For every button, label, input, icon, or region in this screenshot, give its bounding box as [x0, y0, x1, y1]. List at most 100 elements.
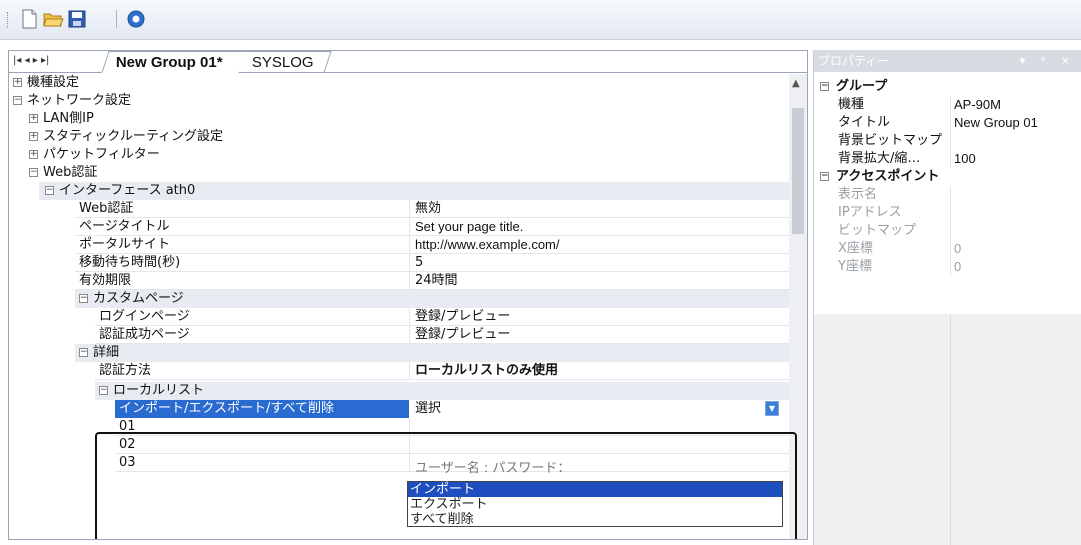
property-value[interactable]: 100 [954, 150, 976, 168]
column-divider [950, 114, 951, 132]
column-divider [409, 362, 410, 380]
group-editor: |◂ ◂ ▸ ▸| New Group 01* SYSLOG + 機種設定 − … [8, 50, 808, 540]
property-row-y-coordinate[interactable]: Y座標 0 [814, 258, 1081, 276]
property-row-model[interactable]: 機種 AP-90M [814, 96, 1081, 114]
row-label: 認証方法 [99, 363, 152, 378]
properties-empty-area [814, 314, 1081, 545]
column-divider [950, 150, 951, 168]
collapse-icon[interactable]: − [29, 168, 38, 177]
tree-node-model-settings[interactable]: + 機種設定 [9, 74, 789, 92]
collapse-icon[interactable]: − [99, 386, 108, 395]
row-value[interactable]: http://www.example.com/ [415, 236, 560, 254]
toolbar [0, 0, 1081, 40]
dropdown-option-delete-all[interactable]: すべて削除 [408, 512, 782, 527]
tree-node-label: スタティックルーティング設定 [43, 129, 224, 144]
property-key: 背景ビットマップ [838, 133, 943, 148]
toolbar-grip[interactable] [7, 12, 10, 28]
scroll-up-icon[interactable]: ▲ [792, 78, 800, 89]
new-file-icon[interactable] [18, 8, 40, 30]
property-row-ip-address[interactable]: IPアドレス [814, 204, 1081, 222]
grid-row-auth-success-page[interactable]: 認証成功ページ 登録/プレビュー [95, 326, 789, 344]
dropdown-arrow-icon[interactable]: ▼ [765, 401, 779, 416]
row-label: インポート/エクスポート/すべて削除 [115, 400, 409, 418]
column-divider [409, 200, 410, 218]
tree-node-interface-ath0[interactable]: − インターフェース ath0 [39, 182, 789, 200]
column-divider [950, 204, 951, 222]
row-value[interactable]: 24時間 [415, 272, 458, 290]
tree-node-label: パケットフィルター [43, 147, 160, 162]
scroll-thumb[interactable] [792, 108, 804, 234]
column-divider [950, 186, 951, 204]
row-value[interactable]: 登録/プレビュー [415, 308, 510, 326]
grid-row-login-page[interactable]: ログインページ 登録/プレビュー [95, 308, 789, 326]
column-divider [409, 326, 410, 344]
property-row-bitmap[interactable]: ビットマップ [814, 222, 1081, 240]
column-divider [950, 132, 951, 150]
property-category-group[interactable]: − グループ [814, 78, 1081, 96]
tree-node-static-routing[interactable]: + スタティックルーティング設定 [9, 128, 789, 146]
expand-icon[interactable]: + [29, 132, 38, 141]
tree-node-packet-filter[interactable]: + パケットフィルター [9, 146, 789, 164]
collapse-icon[interactable]: − [13, 96, 22, 105]
row-value[interactable]: 選択 [415, 400, 441, 418]
tree-node-network-settings[interactable]: − ネットワーク設定 [9, 92, 789, 110]
panel-window-controls[interactable]: ▾ ᵠ × [1020, 50, 1076, 72]
collapse-icon[interactable]: − [79, 294, 88, 303]
property-row-background-scale[interactable]: 背景拡大/縮… 100 [814, 150, 1081, 168]
property-value[interactable]: AP-90M [954, 96, 1001, 114]
properties-title-bar: プロパティー ▾ ᵠ × [814, 50, 1081, 72]
column-divider [409, 236, 410, 254]
tree-node-lan-ip[interactable]: + LAN側IP [9, 110, 789, 128]
property-value[interactable]: New Group 01 [954, 114, 1038, 132]
property-row-title[interactable]: タイトル New Group 01 [814, 114, 1081, 132]
import-export-dropdown-list[interactable]: インポート エクスポート すべて削除 [407, 481, 783, 527]
property-value[interactable]: 0 [954, 240, 961, 258]
dropdown-option-export[interactable]: エクスポート [408, 497, 782, 512]
tab-navigation-arrows[interactable]: |◂ ◂ ▸ ▸| [13, 55, 49, 66]
tab-syslog[interactable]: SYSLOG [238, 51, 332, 73]
help-icon[interactable] [125, 8, 147, 30]
dropdown-option-import[interactable]: インポート [408, 482, 782, 497]
row-value[interactable]: ローカルリストのみ使用 [415, 362, 558, 380]
grid-row-wait-time[interactable]: 移動待ち時間(秒) 5 [75, 254, 789, 272]
tree-node-details[interactable]: − 詳細 [75, 344, 789, 362]
property-key: X座標 [838, 241, 873, 256]
tab-new-group-01[interactable]: New Group 01* [101, 51, 247, 73]
open-folder-icon[interactable] [42, 8, 64, 30]
collapse-icon[interactable]: − [820, 172, 829, 181]
property-row-display-name[interactable]: 表示名 [814, 186, 1081, 204]
property-row-x-coordinate[interactable]: X座標 0 [814, 240, 1081, 258]
row-value[interactable]: 無効 [415, 200, 441, 218]
grid-row-web-auth[interactable]: Web認証 無効 [75, 200, 789, 218]
grid-row-portal-site[interactable]: ポータルサイト http://www.example.com/ [75, 236, 789, 254]
row-label: 移動待ち時間(秒) [79, 255, 181, 270]
property-key: 表示名 [838, 187, 878, 202]
properties-title: プロパティー [818, 54, 890, 68]
tree-node-label: 機種設定 [27, 75, 80, 90]
tree-node-label: ローカルリスト [113, 383, 205, 398]
expand-icon[interactable]: + [13, 78, 22, 87]
expand-icon[interactable]: + [29, 150, 38, 159]
tree-node-local-list[interactable]: − ローカルリスト [95, 382, 789, 400]
grid-row-page-title[interactable]: ページタイトル Set your page title. [75, 218, 789, 236]
property-category-access-point[interactable]: − アクセスポイント [814, 168, 1081, 186]
property-row-background-bitmap[interactable]: 背景ビットマップ [814, 132, 1081, 150]
save-icon[interactable] [66, 8, 88, 30]
tree-node-custom-page[interactable]: − カスタムページ [75, 290, 789, 308]
grid-row-auth-method[interactable]: 認証方法 ローカルリストのみ使用 [95, 362, 789, 380]
row-value[interactable]: Set your page title. [415, 218, 523, 236]
column-divider [950, 240, 951, 258]
row-value[interactable]: 登録/プレビュー [415, 326, 510, 344]
row-label: ページタイトル [79, 219, 170, 234]
tree-node-web-auth[interactable]: − Web認証 [9, 164, 789, 182]
grid-row-import-export[interactable]: インポート/エクスポート/すべて削除 選択 ▼ [115, 400, 789, 418]
property-value[interactable]: 0 [954, 258, 961, 276]
collapse-icon[interactable]: − [820, 82, 829, 91]
grid-row-expiration[interactable]: 有効期限 24時間 [75, 272, 789, 290]
collapse-icon[interactable]: − [79, 348, 88, 357]
row-label: Web認証 [79, 201, 134, 216]
expand-icon[interactable]: + [29, 114, 38, 123]
tree-node-label: Web認証 [43, 165, 98, 180]
row-value[interactable]: 5 [415, 254, 423, 272]
collapse-icon[interactable]: − [45, 186, 54, 195]
